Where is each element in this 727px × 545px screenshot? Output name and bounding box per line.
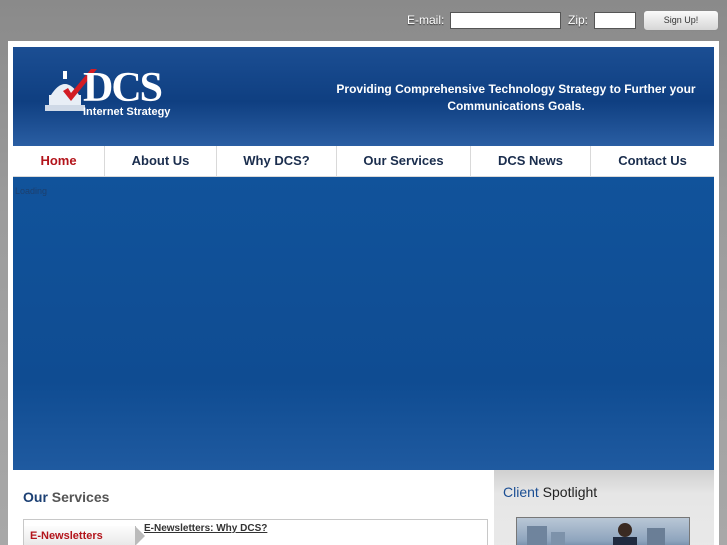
nav-about-us[interactable]: About Us (105, 146, 217, 177)
sign-up-button[interactable]: Sign Up! (643, 10, 719, 31)
client-spotlight-image[interactable] (516, 517, 690, 545)
spotlight-photo-icon (527, 523, 665, 545)
services-heading-part2: Services (47, 489, 110, 505)
services-heading-part1: Our (23, 489, 48, 505)
loading-text: Loading (15, 186, 48, 196)
logo-subtitle: Internet Strategy (83, 106, 171, 118)
hero-banner: Loading (13, 177, 714, 470)
nav-dcs-news[interactable]: DCS News (471, 146, 591, 177)
site-header: DCS Internet Strategy Providing Comprehe… (13, 47, 714, 146)
spotlight-heading-part2: Spotlight (538, 484, 598, 500)
services-heading: Our Services (23, 489, 109, 505)
dcs-logo[interactable]: DCS Internet Strategy (41, 65, 191, 123)
tab-e-newsletters[interactable]: E-Newsletters (24, 526, 136, 545)
tagline-line-1: Providing Comprehensive Technology Strat… (336, 82, 696, 96)
zip-label: Zip: (568, 13, 589, 27)
client-spotlight-heading: Client Spotlight (503, 484, 597, 500)
main-nav: Home About Us Why DCS? Our Services DCS … (13, 146, 714, 177)
email-label: E-mail: (407, 13, 445, 27)
nav-our-services[interactable]: Our Services (337, 146, 471, 177)
email-input[interactable] (450, 12, 561, 29)
client-spotlight-panel: Client Spotlight (494, 470, 714, 545)
nav-home[interactable]: Home (13, 146, 105, 177)
newsletter-signup-bar: E-mail: Zip: Sign Up! (0, 10, 727, 34)
spotlight-heading-part1: Client (503, 484, 539, 500)
nav-contact-us[interactable]: Contact Us (591, 146, 714, 177)
zip-input[interactable] (594, 12, 636, 29)
e-newsletters-link[interactable]: E-Newsletters: Why DCS? (144, 523, 267, 534)
logo-text: DCS (83, 65, 163, 111)
site-tagline: Providing Comprehensive Technology Strat… (331, 81, 701, 115)
nav-why-dcs[interactable]: Why DCS? (217, 146, 337, 177)
services-panel: E-Newsletters E-Newsletters: Why DCS? (23, 519, 488, 545)
tagline-line-2: Communications Goals. (447, 99, 585, 113)
